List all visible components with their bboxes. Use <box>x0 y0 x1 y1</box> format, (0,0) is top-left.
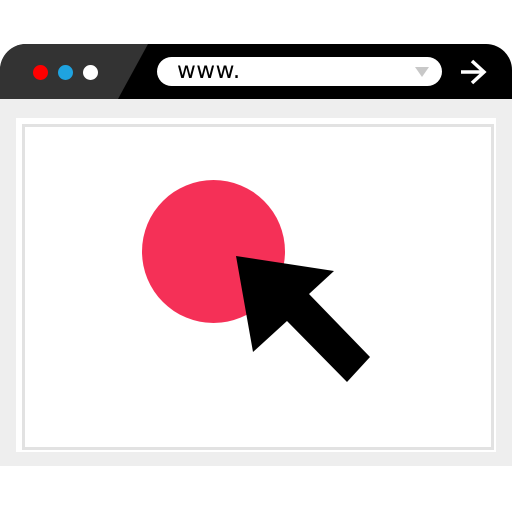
browser-titlebar: www. <box>0 44 512 99</box>
page-viewport <box>16 118 496 452</box>
right-arrow-icon[interactable] <box>458 58 488 86</box>
triangle-down-icon[interactable] <box>415 67 429 77</box>
browser-content-area <box>0 99 512 466</box>
window-controls-panel <box>0 44 148 99</box>
mouse-pointer-icon <box>236 256 370 382</box>
maximize-window-button[interactable] <box>83 65 98 80</box>
close-window-button[interactable] <box>33 65 48 80</box>
address-text: www. <box>177 58 241 84</box>
address-bar[interactable]: www. <box>157 57 442 86</box>
browser-window: www. <box>0 44 512 466</box>
minimize-window-button[interactable] <box>58 65 73 80</box>
browser-illustration: www. <box>0 0 512 512</box>
